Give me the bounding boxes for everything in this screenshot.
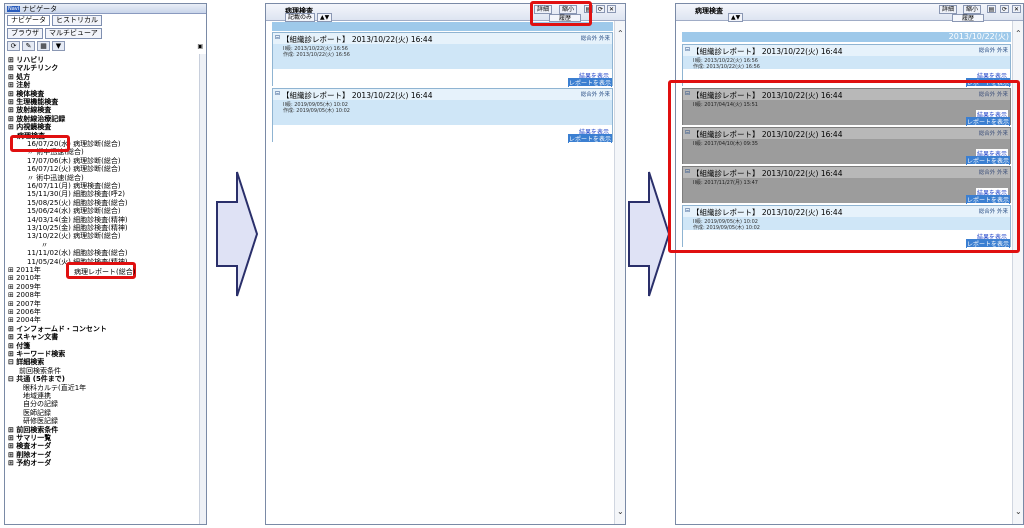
highlight-pathology-node bbox=[10, 135, 70, 152]
filter-bar: 記載のみ ▲▼ bbox=[285, 13, 333, 22]
close-icon[interactable]: ✕ bbox=[1012, 5, 1021, 13]
show-report-link[interactable]: レポートを表示 bbox=[567, 78, 612, 87]
panel-title: 病理検査 bbox=[695, 7, 723, 15]
card-title: 【組織診レポート】 2013/10/22(火) 16:44 bbox=[282, 91, 433, 100]
sort-arrows-icon[interactable]: ▲▼ bbox=[728, 13, 744, 22]
pathology-panel-before: 病理検査 記載のみ ▲▼ 詳細 縮小 ▤ ⟳ ✕ 履歴 ⊟ 【組織診レポート】 2… bbox=[265, 3, 626, 525]
card-title: 【組織診レポート】 2013/10/22(火) 16:44 bbox=[692, 47, 843, 56]
navigator-tree: ⊞ リハビリ ⊞ マルチリンク ⊞ 処方 ⊞ 注射 ⊞ 検体検査 ⊞ 生理機能検査 ⊞ 放射… bbox=[5, 54, 199, 524]
navigator-scrollbar[interactable] bbox=[199, 54, 206, 524]
report-card[interactable]: ⊟ 【組織診レポート】 2013/10/22(火) 16:44 総合外 外来 II級:… bbox=[272, 88, 613, 143]
tree-node[interactable]: ⊞ 予約オーダ bbox=[5, 459, 199, 468]
scroll-down-icon[interactable]: ⌄ bbox=[1015, 507, 1022, 516]
dropdown-arrow-icon[interactable]: ▼ bbox=[52, 41, 65, 51]
navi-logo: Navi bbox=[7, 5, 21, 12]
card-date-2: 作成: 2013/10/22(火) 16:56 bbox=[283, 52, 350, 58]
navigator-tabs-row2: ブラウザ マルチビューア bbox=[5, 27, 206, 40]
grid-icon[interactable]: ▦ bbox=[37, 41, 50, 51]
callout-report-label[interactable]: 病理レポート(総合) bbox=[74, 267, 135, 277]
highlight-history-button bbox=[530, 1, 592, 26]
card-tags: 総合外 外来 bbox=[580, 92, 610, 98]
card-date-2: 作成: 2019/09/05(木) 10:02 bbox=[283, 108, 350, 114]
collapse-icon[interactable]: ⊟ bbox=[275, 34, 280, 41]
refresh-icon[interactable]: ⟳ bbox=[7, 41, 20, 51]
sort-bar: ▲▼ bbox=[728, 13, 744, 22]
refresh-icon[interactable]: ⟳ bbox=[596, 5, 605, 13]
show-report-link[interactable]: レポートを表示 bbox=[567, 134, 612, 143]
collapse-icon[interactable]: ⊟ bbox=[685, 46, 690, 53]
tab-multiviewer[interactable]: マルチビューア bbox=[45, 28, 102, 39]
shrink-button[interactable]: 縮小 bbox=[963, 5, 982, 14]
detail-button[interactable]: 詳細 bbox=[939, 5, 958, 14]
card-link-band bbox=[273, 125, 612, 142]
card-title: 【組織診レポート】 2013/10/22(火) 16:44 bbox=[282, 35, 433, 44]
sort-arrows-icon[interactable]: ▲▼ bbox=[317, 13, 333, 22]
collapse-icon[interactable]: ⊟ bbox=[275, 90, 280, 97]
highlight-report-node: 病理レポート(総合) bbox=[66, 262, 136, 279]
vertical-scrollbar[interactable]: ⌃ ⌄ bbox=[614, 21, 625, 524]
pen-icon[interactable]: ✎ bbox=[22, 41, 35, 51]
refresh-icon[interactable]: ⟳ bbox=[1000, 5, 1009, 13]
navigator-titlebar: Navi ナビゲータ bbox=[5, 4, 206, 14]
tab-browser[interactable]: ブラウザ bbox=[7, 28, 43, 39]
close-icon[interactable]: ✕ bbox=[607, 5, 616, 13]
pin-icon[interactable]: ▣ bbox=[197, 43, 203, 50]
scroll-down-icon[interactable]: ⌄ bbox=[617, 507, 624, 516]
scroll-up-icon[interactable]: ⌃ bbox=[1015, 29, 1022, 38]
navigator-title: ナビゲータ bbox=[22, 4, 58, 13]
navigator-toolbar: ⟳ ✎ ▦ ▼ ▣ bbox=[5, 40, 206, 52]
scroll-up-icon[interactable]: ⌃ bbox=[617, 29, 624, 38]
pathology-titlebar: 病理検査 ▲▼ 詳細 縮小 ▤ ⟳ ✕ 履歴 bbox=[676, 4, 1023, 22]
filter-record-only[interactable]: 記載のみ bbox=[285, 13, 316, 22]
highlight-history-cards bbox=[668, 80, 1020, 253]
card-tags: 総合外 外来 bbox=[580, 36, 610, 42]
date-header: 2013/10/22(火) bbox=[682, 32, 1011, 42]
screenshot-root: { "navigator":{ "title":"ナビゲータ","logo":"… bbox=[0, 0, 1024, 528]
report-card[interactable]: ⊟ 【組織診レポート】 2013/10/22(火) 16:44 総合外 外来 II級:… bbox=[272, 32, 613, 87]
arrow-right-icon-2 bbox=[628, 171, 671, 297]
arrow-right-icon bbox=[216, 171, 259, 297]
navigator-tree-area: ⊞ リハビリ ⊞ マルチリンク ⊞ 処方 ⊞ 注射 ⊞ 検体検査 ⊞ 生理機能検査 ⊞ 放射… bbox=[5, 54, 206, 524]
tab-historical[interactable]: ヒストリカル bbox=[52, 15, 102, 26]
history-button[interactable]: 履歴 bbox=[952, 14, 984, 22]
navigator-tabs-row1: ナビゲータ ヒストリカル bbox=[5, 14, 206, 27]
tab-navigator[interactable]: ナビゲータ bbox=[7, 15, 50, 26]
card-tags: 総合外 外来 bbox=[978, 48, 1008, 54]
card-link-band bbox=[273, 69, 612, 86]
print-icon[interactable]: ▤ bbox=[987, 5, 996, 13]
